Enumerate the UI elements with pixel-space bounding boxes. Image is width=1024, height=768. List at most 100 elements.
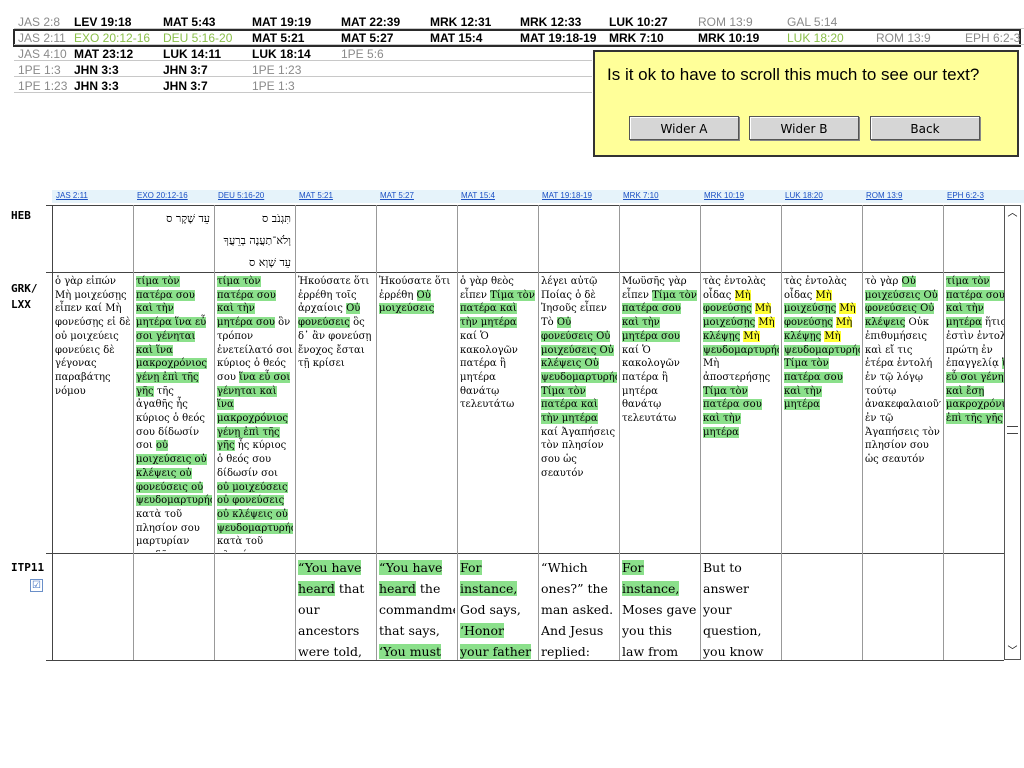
row-divider [14, 28, 1024, 29]
row-label-grk-lxx: GRK/ LXX [11, 282, 38, 311]
highlighted-text: φονεύσῃς [784, 317, 833, 329]
highlighted-word: Μὴ [758, 317, 775, 329]
grid-column-divider [862, 205, 863, 660]
text-run: “Which ones?” the man asked. And Jesus r… [541, 560, 614, 659]
text-run: Οὐκ ἐπιθυμήσεις καὶ εἴ τις ἑτέρα ἐντολή … [865, 317, 941, 466]
row-divider [14, 76, 592, 77]
itp11-checkbox[interactable]: ☑ [30, 579, 43, 592]
parallel-text-grid: JAS 2:11 ὁ γὰρ εἰπών Μὴ μοιχεύσῃς εἶπεν κ… [0, 190, 1024, 665]
column-reference-link[interactable]: ROM 13:9 [866, 191, 902, 200]
column-reference-link[interactable]: MAT 5:27 [380, 191, 414, 200]
hebrew-line: עֵד שָׁקֶר ס [166, 212, 210, 225]
scroll-down-icon[interactable]: ﹀ [1007, 646, 1018, 657]
text-run: ὁ γὰρ εἰπών Μὴ μοιχεύσῃς εἶπεν καί Μὴ φο… [55, 276, 131, 397]
highlighted-word: Μὴ [743, 330, 760, 342]
scroll-up-icon[interactable]: ︿ [1007, 208, 1018, 219]
row-label-heb: HEB [11, 209, 31, 222]
highlighted-text: τίμα τὸν πατέρα σου καὶ τὴν μητέρα σου [217, 276, 276, 329]
highlighted-text: φονεύσῃς [703, 303, 752, 315]
column-reference-link[interactable]: JAS 2:11 [56, 191, 88, 200]
vertical-scrollbar[interactable]: ︿ ﹀ [1004, 205, 1021, 660]
row-divider [14, 92, 592, 93]
text-run: καί Ἀγαπήσεις τὸν πλησίον σου ὡς σεαυτόν [541, 426, 616, 479]
highlighted-text: μοιχεύσῃς [784, 303, 837, 315]
wider-a-button[interactable]: Wider A [629, 116, 739, 140]
hebrew-text-cell: עֵד שָׁקֶר ס [135, 208, 212, 271]
text-run: καί Ὁ κακολογῶν πατέρα ἢ μητέρα θανάτῳ τ… [622, 344, 680, 425]
english-text-cell: “Which ones?” the man asked. And Jesus r… [541, 557, 617, 659]
text-run: Μὴ ἀποστερήσῃς [703, 358, 771, 383]
grid-row-divider [46, 272, 1004, 273]
column-reference-link[interactable]: MAT 5:21 [299, 191, 333, 200]
grid-column-divider [376, 205, 377, 660]
back-button[interactable]: Back [870, 116, 980, 140]
hebrew-line: עֵד שָׁוְא ס [249, 256, 291, 269]
text-run: κατὰ τοῦ πλησίον σου μαρτυρίαν ψευδῆ [136, 508, 200, 552]
highlighted-word: Μὴ [835, 317, 853, 329]
english-text-cell: For instance, Moses gave you this law fr… [622, 557, 698, 659]
grid-row-divider [46, 553, 1004, 554]
column-reference-link[interactable]: MAT 19:18-19 [542, 191, 592, 200]
question-dialog: Is it ok to have to scroll this much to … [593, 50, 1019, 157]
wider-b-button[interactable]: Wider B [749, 116, 859, 140]
column-reference-link[interactable]: LUK 18:20 [785, 191, 823, 200]
column-reference-link[interactable]: EPH 6:2-3 [947, 191, 984, 200]
hebrew-line: וְלֹא־תַעֲנֶה בְרֵעֲךָ [223, 234, 291, 247]
grid-column-divider [700, 205, 701, 660]
highlighted-word: Μὴ [815, 289, 832, 301]
text-run: But to answer your question, you know th… [703, 560, 764, 659]
highlighted-text: κλέψῃς [784, 330, 822, 342]
greek-text-cell: τὸ γὰρ Οὐ μοιχεύσεις Οὐ φονεύσεις Οὐ κλέ… [865, 275, 941, 552]
english-text-cell: “You have heard that our ancestors were … [298, 557, 374, 659]
grid-column-divider [943, 205, 944, 660]
text-run: λέγει αὐτῷ Ποίας ὁ δὲ Ἰησοῦς εἶπεν Τὸ [541, 276, 607, 329]
grid-row-divider [46, 660, 1004, 661]
column-reference-link[interactable]: MRK 10:19 [704, 191, 744, 200]
dialog-question: Is it ok to have to scroll this much to … [607, 65, 980, 84]
highlighted-text: τίμα τὸν πατέρα σου καὶ τὴν μητέρα ἵνα ε… [136, 276, 207, 397]
text-run: τὸ γὰρ [865, 276, 902, 287]
highlighted-text: κλέψῃς [703, 330, 741, 342]
grid-column-divider [781, 205, 782, 660]
grid-row-divider [46, 205, 1004, 206]
greek-text-cell: ὁ γὰρ εἰπών Μὴ μοιχεύσῃς εἶπεν καί Μὴ φο… [55, 275, 131, 552]
greek-text-cell: τὰς ἐντολὰς οἶδας Μὴ μοιχεύσῃς Μὴ φονεύσ… [784, 275, 860, 552]
english-text-cell: “You have heard the commandment that say… [379, 557, 455, 659]
highlighted-word: Μὴ [734, 289, 751, 301]
greek-text-cell: ὁ γὰρ θεὸς εἶπεν Τίμα τὸν πατέρα καὶ τὴν… [460, 275, 536, 552]
grid-column-divider [214, 205, 215, 660]
text-run: God says, [460, 602, 521, 617]
highlighted-text: ψευδομαρτυρήσῃς [784, 344, 860, 356]
grid-column-divider [133, 205, 134, 660]
text-run: κατὰ τοῦ πλησίον σου μαρτυρίαν ψευδῆ [217, 536, 281, 552]
text-run: Moses gave you this law from God: [622, 602, 697, 659]
greek-text-cell: τίμα τὸν πατέρα σου καὶ τὴν μητέρα σου ὃ… [217, 275, 293, 552]
greek-text-cell: τίμα τὸν πατέρα σου καὶ τὴν μητέρα ἵνα ε… [136, 275, 212, 552]
text-run: καί Ὁ κακολογῶν πατέρα ἢ μητέρα θανάτῳ τ… [460, 330, 518, 411]
column-reference-link[interactable]: DEU 5:16-20 [218, 191, 264, 200]
highlighted-word: Μὴ [824, 330, 841, 342]
column-reference-link[interactable]: MAT 15:4 [461, 191, 495, 200]
grid-column-divider [295, 205, 296, 660]
highlighted-text: ‘You must [379, 644, 442, 659]
scroll-thumb[interactable] [1007, 414, 1018, 444]
grid-column-divider [457, 205, 458, 660]
highlighted-word: Μὴ [839, 303, 856, 315]
text-run: Ἠκούσατε ὅτι ἐρρέθη [379, 276, 451, 301]
highlighted-text: οὐ μοιχεύσεις οὐ φονεύσεις οὐ κλέψεις οὐ… [217, 481, 293, 534]
english-text-cell: For instance, God says, ‘Honor your fath… [460, 557, 536, 659]
english-text-cell: But to answer your question, you know th… [703, 557, 779, 659]
highlighted-text: Τίμα τὸν πατέρα σου καὶ τὴν μητέρα [703, 385, 762, 438]
highlighted-text: For instance, [622, 560, 680, 596]
greek-text-cell: τὰς ἐντολὰς οἶδας Μὴ φονεύσῃς Μὴ μοιχεύσ… [703, 275, 779, 552]
highlighted-word: Μὴ [754, 303, 772, 315]
greek-text-cell: Μωϋσῆς γὰρ εἶπεν Τίμα τὸν πατέρα σου καὶ… [622, 275, 698, 552]
highlighted-text: ψευδομαρτυρήσῃς [703, 344, 779, 356]
row-label-itp11: ITP11 [11, 561, 45, 574]
greek-text-cell: Ἠκούσατε ὅτι ἐρρέθη Οὐ μοιχεύσεις [379, 275, 455, 552]
hebrew-line: תִּגְנֹב ס [262, 212, 291, 225]
column-reference-link[interactable]: MRK 7:10 [623, 191, 659, 200]
grid-column-divider [52, 205, 53, 660]
highlighted-text: ‘Honor your father and mother,’ and [460, 623, 532, 659]
column-reference-link[interactable]: EXO 20:12-16 [137, 191, 188, 200]
